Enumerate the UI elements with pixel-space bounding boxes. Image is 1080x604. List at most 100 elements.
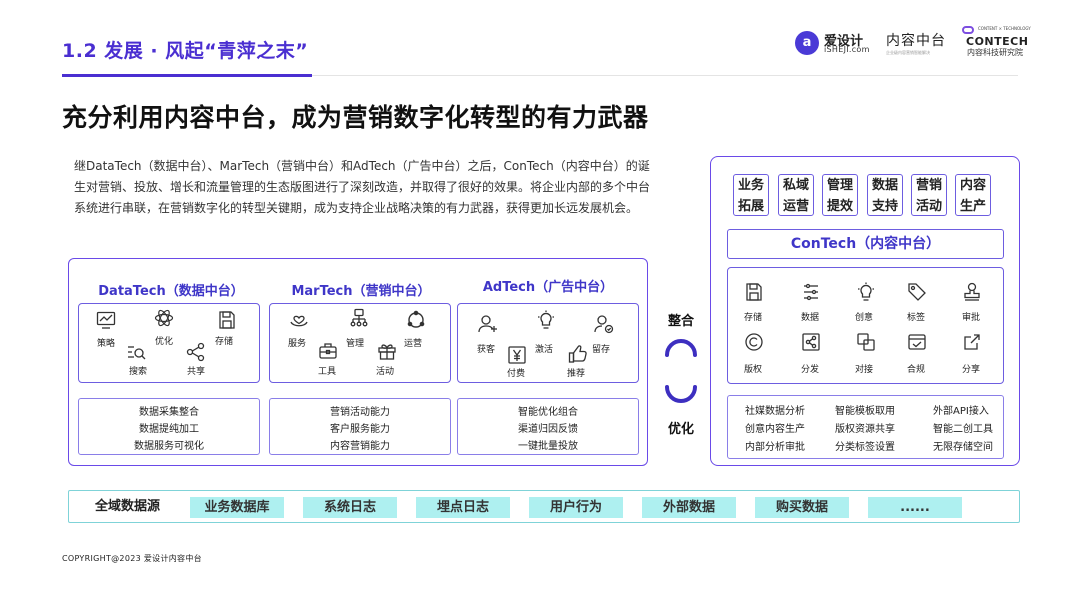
capability-item: 客户服务能力: [330, 424, 390, 435]
category-line: 营销: [915, 178, 942, 193]
thumbs-up-icon: [568, 344, 588, 364]
tag-icon: [907, 282, 927, 302]
contech-infinity-icon: [962, 26, 974, 34]
org-chart-icon: [349, 308, 369, 328]
category-business-expansion: 业务 拓展: [733, 174, 769, 216]
icon-label: 获客: [477, 345, 496, 355]
adtech-icon-box: 获客 激活 留存 付费 推荐: [457, 303, 639, 383]
feature-item: 分类标签设置: [835, 442, 895, 453]
add-user-icon: [478, 314, 498, 334]
lightbulb-icon: [536, 310, 556, 330]
category-management: 管理 提效: [822, 174, 858, 216]
icon-label: 优化: [155, 337, 174, 347]
capability-item: 内容营销能力: [330, 441, 390, 452]
icon-label: 策略: [97, 339, 116, 349]
category-line: 运营: [782, 199, 809, 214]
feature-item: 智能模板取用: [835, 406, 895, 417]
atom-icon: [154, 308, 174, 328]
share-icon: [186, 342, 206, 362]
contech-features: 社媒数据分析 智能模板取用 外部API接入 创意内容生产 版权资源共享 智能二创…: [727, 395, 1004, 459]
data-source-chip: 外部数据: [642, 497, 736, 518]
feature-item: 版权资源共享: [835, 424, 895, 435]
contech-logo-cn: 内容科技研究院: [967, 48, 1023, 57]
icon-label: 推荐: [567, 369, 586, 379]
header-divider: [312, 75, 1018, 76]
feature-item: 外部API接入: [933, 406, 989, 417]
contech-logo: CONTENT × TECHNOLOGY CONTECH 内容科技研究院: [958, 25, 1031, 61]
function-label: 分发: [801, 365, 820, 375]
optimize-label: 优化: [668, 422, 695, 437]
icon-label: 激活: [535, 345, 554, 355]
isheji-logo-en: iSHEJI.com: [824, 45, 870, 54]
icon-label: 共享: [187, 367, 206, 377]
icon-label: 运营: [404, 339, 423, 349]
feature-item: 创意内容生产: [745, 424, 805, 435]
datatech-title: DataTech（数据中台）: [98, 284, 244, 299]
icon-label: 服务: [288, 339, 307, 349]
category-line: 提效: [826, 199, 853, 214]
section-title: 1.2 发展 · 风起“青萍之末”: [62, 40, 309, 62]
function-label: 对接: [855, 365, 874, 375]
category-line: 生产: [959, 199, 986, 214]
data-source-chip: 埋点日志: [416, 497, 510, 518]
category-line: 私域: [782, 178, 809, 193]
yen-icon: [507, 345, 527, 365]
title-underline: [62, 74, 312, 77]
cycle-arrows-icon: [665, 339, 697, 403]
category-line: 内容: [959, 178, 986, 193]
floppy-disk-icon: [744, 282, 764, 302]
copyright-icon: [744, 332, 764, 352]
distribute-icon: [801, 332, 821, 352]
share-out-icon: [962, 332, 982, 352]
category-line: 管理: [826, 178, 853, 193]
capability-item: 数据提纯加工: [139, 424, 199, 435]
isheji-logo: a 爱设计 iSHEJI.com: [795, 30, 895, 60]
category-content-production: 内容 生产: [955, 174, 991, 216]
contech-title: ConTech（内容中台）: [727, 229, 1004, 259]
capability-item: 数据采集整合: [139, 407, 199, 418]
category-line: 活动: [915, 199, 942, 214]
main-heading: 充分利用内容中台，成为营销数字化转型的有力武器: [62, 103, 649, 132]
function-label: 版权: [744, 365, 763, 375]
martech-title: MarTech（营销中台）: [291, 284, 431, 299]
isheji-logo-mark: a: [795, 31, 819, 55]
icon-label: 管理: [346, 339, 365, 349]
function-label: 合规: [907, 365, 926, 375]
data-source-chip: 系统日志: [303, 497, 397, 518]
data-list-icon: [801, 282, 821, 302]
category-private-domain: 私域 运营: [778, 174, 814, 216]
zhongtai-logo-sub: 企业级内容营销智能解决: [886, 50, 930, 55]
floppy-disk-icon: [217, 310, 237, 330]
user-check-icon: [594, 314, 614, 334]
feature-item: 智能二创工具: [933, 424, 993, 435]
martech-icon-box: 服务 管理 运营 工具 活动: [269, 303, 451, 383]
capability-item: 智能优化组合: [518, 407, 578, 418]
capability-item: 一键批量投放: [518, 441, 578, 452]
copyright: COPYRIGHT@2023 爱设计内容中台: [62, 554, 202, 563]
data-source-chip: 购买数据: [755, 497, 849, 518]
heart-hand-icon: [289, 310, 309, 330]
icon-label: 留存: [592, 345, 611, 355]
adtech-title: AdTech（广告中台）: [482, 280, 614, 295]
category-marketing: 营销 活动: [911, 174, 947, 216]
icon-label: 工具: [318, 367, 337, 377]
datatech-icon-box: 策略 优化 存储 搜索 共享: [78, 303, 260, 383]
lightbulb-icon: [856, 282, 876, 302]
pillars-panel: DataTech（数据中台） 策略 优化 存储 搜索 共享 数据采集整合 数据提…: [68, 258, 648, 466]
zhongtai-logo: 内容中台 企业级内容营销智能解决: [886, 30, 946, 60]
function-label: 审批: [962, 313, 981, 323]
intro-paragraph: 继DataTech（数据中台）、MarTech（营销中台）和AdTech（广告中…: [74, 159, 651, 215]
data-source-bar: 全域数据源 业务数据库 系统日志 埋点日志 用户行为 外部数据 购买数据 ...…: [68, 490, 1020, 523]
icon-label: 活动: [376, 367, 395, 377]
category-line: 业务: [737, 178, 764, 193]
contech-functions: 存储 数据 创意 标签 审批 版权 分发 对接 合规 分享: [727, 267, 1004, 384]
feature-item: 社媒数据分析: [745, 406, 805, 417]
contech-logo-small: CONTENT × TECHNOLOGY: [978, 26, 1031, 31]
capability-item: 渠道归因反馈: [518, 424, 578, 435]
capability-item: 数据服务可视化: [134, 441, 204, 452]
feature-item: 内部分析审批: [745, 442, 805, 453]
integrate-label: 整合: [668, 314, 695, 329]
zhongtai-logo-cn: 内容中台: [886, 33, 946, 49]
category-data-support: 数据 支持: [867, 174, 903, 216]
function-label: 存储: [744, 313, 763, 323]
